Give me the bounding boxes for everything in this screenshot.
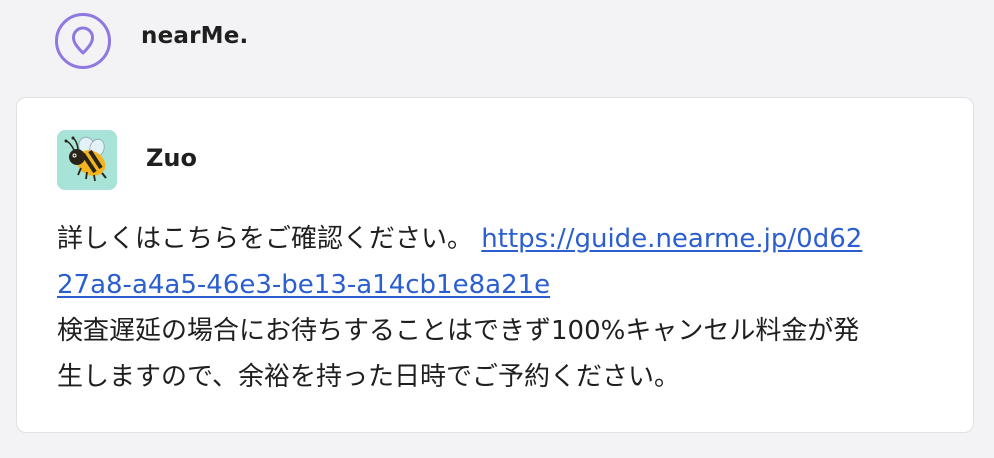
- bee-icon: [64, 136, 107, 182]
- message-line-4: 生しますので、余裕を持った日時でご予約ください。: [57, 362, 680, 392]
- sender-name[interactable]: Zuo: [146, 144, 197, 172]
- message-text-intro: 詳しくはこちらをご確認ください。: [57, 224, 474, 254]
- sender-avatar[interactable]: [57, 130, 117, 190]
- message-card: Zuo 詳しくはこちらをご確認ください。 https://guide.nearm…: [16, 97, 974, 433]
- message-line-1: 詳しくはこちらをご確認ください。 https://guide.nearme.jp…: [57, 216, 935, 262]
- location-pin-logo-icon: [55, 13, 111, 69]
- message-line-3: 検査遅延の場合にお待ちすることはできず100%キャンセル料金が発: [57, 316, 860, 346]
- message-body: 詳しくはこちらをご確認ください。 https://guide.nearme.jp…: [57, 216, 935, 400]
- guide-link-continued[interactable]: 27a8-a4a5-46e3-be13-a14cb1e8a21e: [57, 270, 550, 300]
- app-name: nearMe.: [141, 23, 249, 49]
- app-header: nearMe.: [0, 0, 994, 90]
- message-line-2: 27a8-a4a5-46e3-be13-a14cb1e8a21e: [57, 262, 935, 308]
- guide-link[interactable]: https://guide.nearme.jp/0d62: [481, 224, 862, 254]
